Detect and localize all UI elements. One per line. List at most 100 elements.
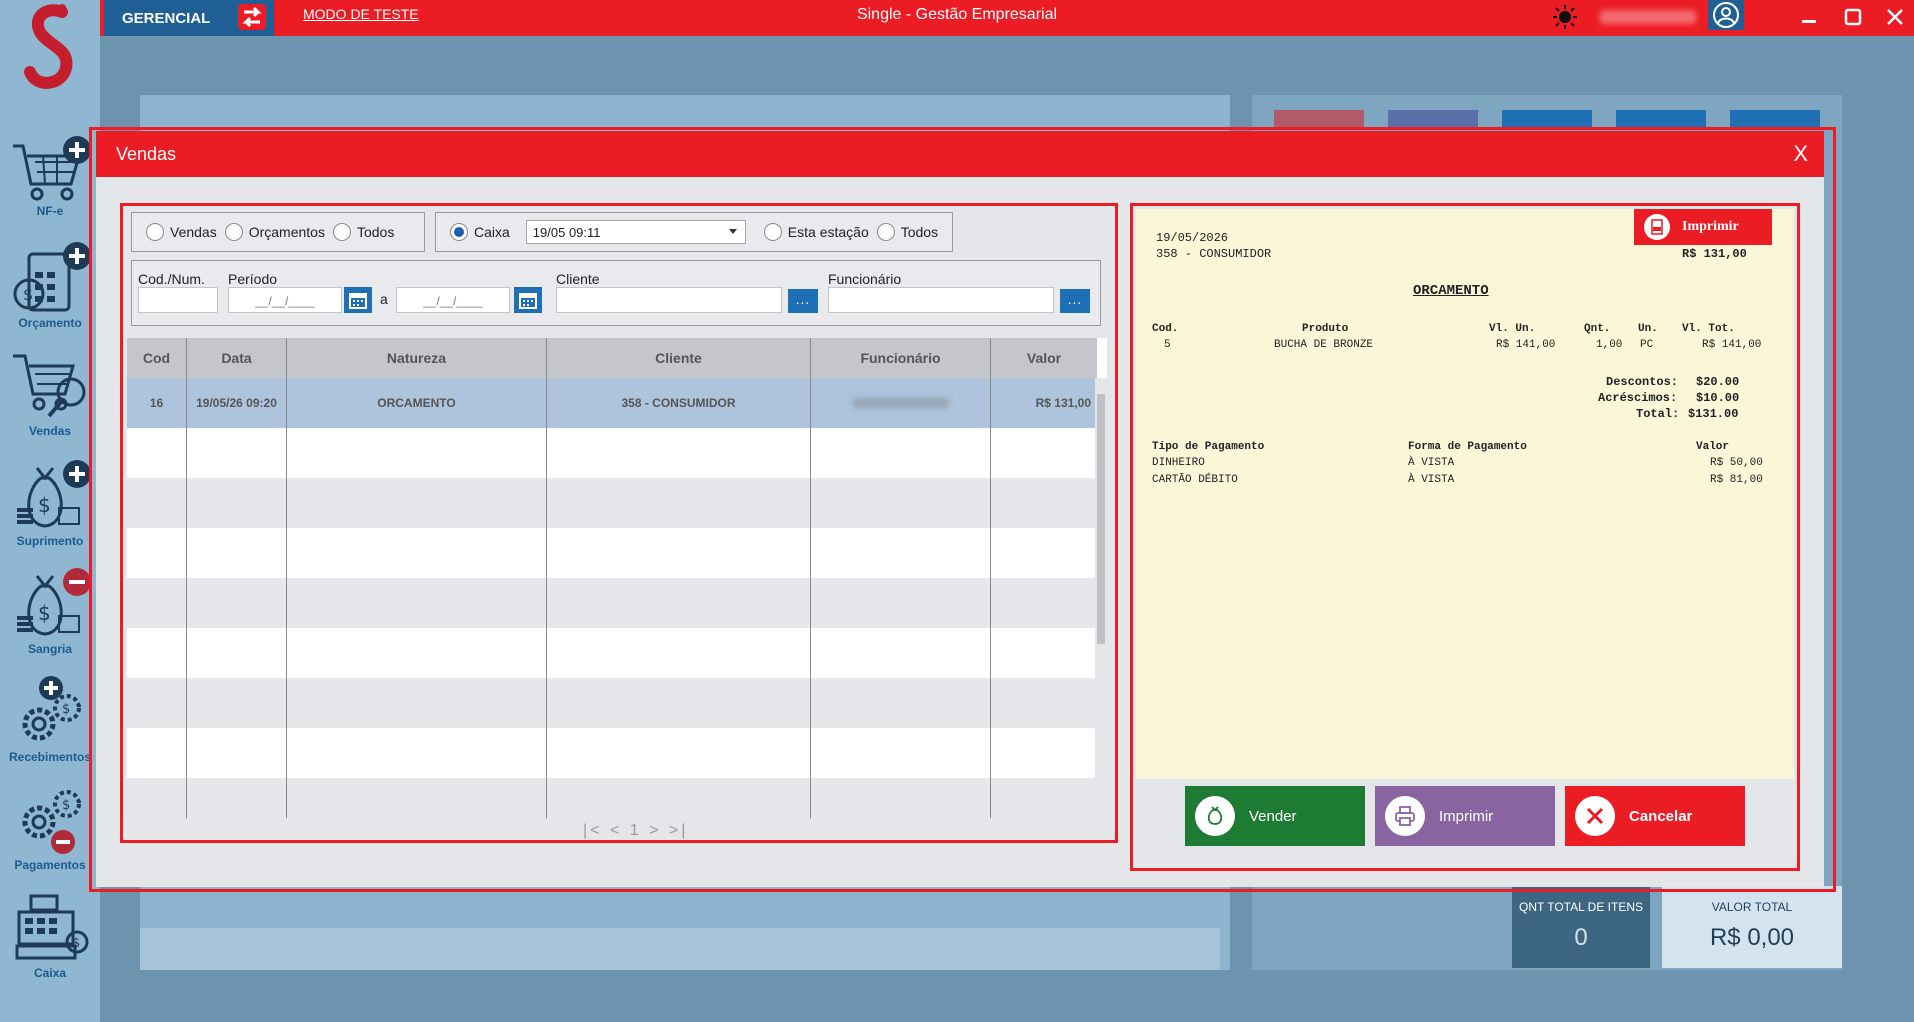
svg-text:$: $: [62, 702, 70, 717]
sun-icon[interactable]: [1552, 4, 1578, 30]
funcionario-input[interactable]: [828, 287, 1054, 313]
type-filter-group: Vendas Orçamentos Todos: [131, 212, 425, 252]
search-filters: Cod./Num. Período __/__/____ a __/__/___…: [131, 260, 1101, 326]
table-header: Cod Data Natureza Cliente Funcionário Va…: [127, 338, 1097, 378]
minimize-button[interactable]: [1794, 4, 1824, 30]
caixa-select[interactable]: 19/05 09:11: [525, 220, 746, 244]
funcionario-label: Funcionário: [828, 271, 902, 287]
cod-input[interactable]: [138, 287, 218, 313]
sidebar-item-caixa[interactable]: $ Caixa: [0, 890, 100, 994]
table-row: [127, 428, 1097, 478]
scrollbar-thumb[interactable]: [1097, 394, 1105, 644]
cliente-search-button[interactable]: ...: [788, 289, 818, 313]
printer-icon: [1385, 796, 1425, 836]
user-avatar[interactable]: [1708, 0, 1744, 30]
modal-header: Vendas X: [96, 131, 1824, 177]
sidebar-item-pagamentos[interactable]: $ Pagamentos: [0, 782, 100, 886]
date-to-calendar-button[interactable]: [514, 287, 542, 313]
cliente-input[interactable]: [556, 287, 782, 313]
radio-dot: [332, 223, 351, 241]
imprimir-button[interactable]: Imprimir: [1375, 786, 1555, 846]
column-header[interactable]: Valor: [991, 338, 1097, 378]
receipt-total-top: R$ 131,00: [1682, 247, 1747, 261]
gears-plus-icon: $: [22, 676, 81, 741]
vender-button[interactable]: Vender: [1185, 786, 1365, 846]
column-header[interactable]: Cod: [127, 338, 187, 378]
chevron-down-icon: [728, 229, 737, 234]
acrescimos-value: $10.00: [1696, 391, 1740, 405]
periodo-label: Período: [228, 271, 278, 287]
caixa-filter-group: Caixa 19/05 09:11 Esta estação Todos: [435, 212, 953, 252]
date-range-separator: a: [380, 291, 388, 307]
date-from-calendar-button[interactable]: [344, 287, 372, 313]
col-un: Un.: [1638, 323, 1658, 335]
maximize-button[interactable]: [1838, 4, 1868, 30]
money-bag-plus-icon: $: [17, 460, 91, 528]
date-to-input[interactable]: __/__/____: [396, 287, 510, 313]
sales-list-panel: Vendas Orçamentos Todos Caixa 19/05 09:1…: [120, 203, 1118, 843]
radio-dot: [763, 223, 782, 241]
sidebar-item-suprimento[interactable]: $ Suprimento: [0, 458, 100, 562]
table-scrollbar[interactable]: [1095, 378, 1107, 818]
sidebar-item-label: Orçamento: [18, 316, 82, 330]
sale-detail-panel: Imprimir 19/05/2026 358 - CONSUMIDOR R$ …: [1130, 203, 1800, 871]
funcionario-search-button[interactable]: ...: [1060, 289, 1090, 313]
acrescimos-label: Acréscimos:: [1598, 391, 1678, 405]
close-window-button[interactable]: [1880, 4, 1910, 30]
sidebar-item-orcamento[interactable]: $ Orçamento: [0, 242, 100, 346]
svg-text:$: $: [23, 285, 33, 304]
calendar-icon: [349, 293, 367, 309]
test-mode-link[interactable]: MODO DE TESTE: [303, 6, 419, 22]
item-produto: BUCHA DE BRONZE: [1274, 339, 1374, 351]
maximize-icon: [1844, 8, 1862, 26]
table-row: [127, 678, 1097, 728]
sidebar-item-label: Sangria: [27, 642, 72, 656]
pagination[interactable]: |< < 1 > >|: [583, 822, 688, 840]
column-header[interactable]: Funcionário: [811, 338, 991, 378]
cancel-x-icon: [1575, 796, 1615, 836]
date-from-input[interactable]: __/__/____: [228, 287, 342, 313]
table-row[interactable]: 16 19/05/26 09:20 ORCAMENTO 358 - CONSUM…: [127, 378, 1097, 428]
sales-table: Cod Data Natureza Cliente Funcionário Va…: [127, 338, 1107, 818]
svg-text:$: $: [38, 493, 51, 517]
payment-tipo: DINHEIRO: [1152, 457, 1205, 469]
column-header[interactable]: Cliente: [547, 338, 811, 378]
radio-label: Orçamentos: [248, 224, 325, 240]
swap-arrows-icon[interactable]: [236, 2, 268, 32]
radio-caixa[interactable]: Caixa: [450, 223, 510, 241]
svg-text:$: $: [62, 798, 70, 813]
payment-forma: À VISTA: [1408, 474, 1455, 486]
radio-vendas[interactable]: Vendas: [146, 223, 217, 241]
table-row: [127, 528, 1097, 578]
background-footer-strip: [140, 928, 1220, 970]
sidebar-item-nfe[interactable]: NF-e: [0, 132, 100, 236]
receipt-print-button[interactable]: Imprimir: [1634, 209, 1772, 245]
pay-col-tipo: Tipo de Pagamento: [1152, 441, 1265, 453]
column-header[interactable]: Data: [187, 338, 287, 378]
column-header[interactable]: Natureza: [287, 338, 547, 378]
sidebar-item-vendas[interactable]: Vendas: [0, 350, 100, 454]
valor-total-box: VALOR TOTAL R$ 0,00: [1662, 886, 1842, 968]
money-bag-icon: [1195, 796, 1235, 836]
payment-tipo: CARTÃO DÉBITO: [1152, 474, 1238, 486]
radio-esta-estacao[interactable]: Esta estação: [763, 223, 869, 241]
radio-orcamentos[interactable]: Orçamentos: [224, 223, 325, 241]
col-vl-un: Vl. Un.: [1489, 323, 1536, 335]
cliente-label: Cliente: [556, 271, 600, 287]
mode-switch[interactable]: GERENCIAL: [104, 0, 274, 36]
table-row: [127, 728, 1097, 778]
modal-close-button[interactable]: X: [1793, 141, 1808, 167]
pay-col-forma: Forma de Pagamento: [1408, 441, 1527, 453]
cell-natureza: ORCAMENTO: [287, 378, 547, 428]
radio-todos-type[interactable]: Todos: [332, 223, 394, 241]
cart-plus-icon: [13, 136, 91, 201]
item-vl-un: R$ 141,00: [1496, 339, 1556, 351]
imprimir-label: Imprimir: [1439, 807, 1494, 825]
sidebar-item-recebimentos[interactable]: $ Recebimentos: [0, 674, 100, 778]
minimize-icon: [1802, 20, 1816, 23]
col-cod: Cod.: [1152, 323, 1179, 335]
table-row: [127, 478, 1097, 528]
sidebar-item-sangria[interactable]: $ Sangria: [0, 566, 100, 670]
cancelar-button[interactable]: Cancelar: [1565, 786, 1745, 846]
radio-todos-station[interactable]: Todos: [876, 223, 938, 241]
